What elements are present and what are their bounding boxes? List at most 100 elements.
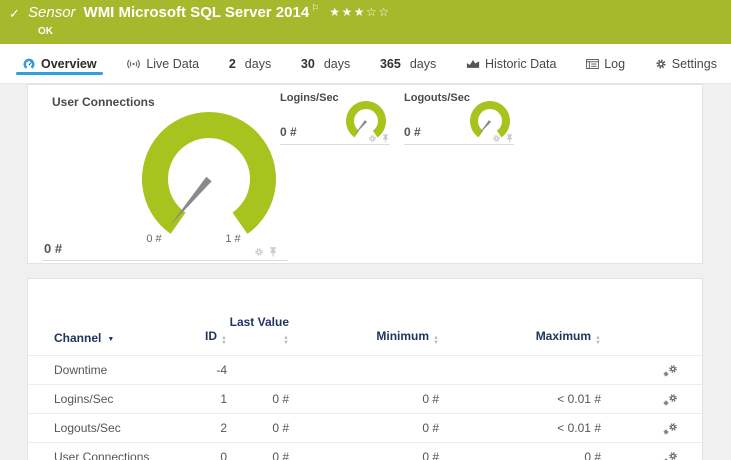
- pin-icon[interactable]: [382, 134, 389, 143]
- channel-table-panel: Channel ▼ ID ▲ ▼ Last Value ▲ ▼ Minimum ▲ ▼ Max…: [27, 278, 703, 460]
- cell-id: -4: [216, 363, 227, 377]
- cell-last-value: 0 #: [272, 450, 289, 460]
- tab-log[interactable]: Log: [578, 44, 633, 83]
- tab-label: Historic Data: [484, 56, 557, 71]
- channel-settings-icon[interactable]: [663, 451, 678, 460]
- cell-channel[interactable]: User Connections: [54, 450, 182, 460]
- area-chart-icon: [466, 60, 480, 68]
- gauge-block-logins: Logins/Sec 0 #: [280, 92, 390, 145]
- col-header-id[interactable]: ID ▲ ▼: [182, 329, 227, 345]
- table-row: Logins/Sec 1 0 # 0 # < 0.01 #: [28, 384, 702, 413]
- main-gauge-value: 0 #: [44, 241, 63, 256]
- tab-number: 30: [300, 56, 315, 71]
- cell-id: 0: [220, 450, 227, 460]
- col-header-maximum[interactable]: Maximum ▲ ▼: [439, 329, 601, 345]
- channel-settings-icon[interactable]: [663, 422, 678, 435]
- gear-icon[interactable]: [492, 134, 501, 143]
- divider: [42, 260, 288, 261]
- gauge-value: 0 #: [404, 125, 421, 139]
- gauges-panel: User Connections 0 # 1 # 0 # Logins/Sec …: [27, 84, 703, 264]
- sort-icon: ▲ ▼: [595, 335, 601, 346]
- tab-label: Settings: [671, 56, 717, 71]
- cell-id: 1: [220, 392, 227, 406]
- cell-channel[interactable]: Logins/Sec: [54, 392, 182, 406]
- tab-historic-data[interactable]: Historic Data: [458, 44, 565, 83]
- gauge-block-logouts: Logouts/Sec 0 #: [404, 92, 514, 145]
- col-header-label: Last Value: [229, 315, 289, 329]
- pin-icon[interactable]: [506, 134, 513, 143]
- tab-2-days[interactable]: 2 days: [221, 44, 279, 83]
- gauge-scale-max: 1 #: [225, 233, 241, 245]
- cell-channel[interactable]: Logouts/Sec: [54, 421, 182, 435]
- tab-label: days: [323, 56, 351, 71]
- cell-maximum: < 0.01 #: [557, 392, 601, 406]
- gear-icon[interactable]: [368, 134, 377, 143]
- broadcast-icon: [127, 59, 141, 68]
- gauge-title: Logins/Sec: [280, 92, 339, 104]
- tab-settings[interactable]: Settings: [647, 44, 725, 83]
- gauge-tools: [492, 134, 513, 143]
- tab-30-days[interactable]: 30 days: [293, 44, 358, 83]
- status-text: OK: [38, 26, 53, 37]
- col-header-minimum[interactable]: Minimum ▲ ▼: [289, 329, 439, 345]
- cell-channel[interactable]: Downtime: [54, 363, 182, 377]
- table-row: User Connections 0 0 # 0 # 0 #: [28, 442, 702, 460]
- cell-minimum: 0 #: [422, 392, 439, 406]
- cell-minimum: 0 #: [422, 450, 439, 460]
- channel-settings-icon[interactable]: [663, 393, 678, 406]
- cell-maximum: 0 #: [584, 450, 601, 460]
- main-gauge-tools: [254, 247, 277, 257]
- gear-icon[interactable]: [254, 247, 264, 257]
- tab-overview[interactable]: Overview: [14, 44, 105, 83]
- cell-maximum: < 0.01 #: [557, 421, 601, 435]
- gauge-arc: [142, 111, 276, 234]
- gauge-tools: [368, 134, 389, 143]
- tab-number: 2: [228, 56, 236, 71]
- channel-settings-icon[interactable]: [663, 364, 678, 377]
- gauge-needle: [478, 120, 492, 135]
- col-header-label: Maximum: [535, 329, 592, 343]
- gear-icon: [656, 58, 666, 69]
- sensor-kind-label: Sensor: [28, 4, 76, 21]
- gauge-scale-min: 0 #: [146, 233, 162, 245]
- status-check-icon: ✓: [9, 6, 20, 21]
- sensor-title-row: Sensor WMI Microsoft SQL Server 2014 ⚐ ★…: [28, 3, 391, 22]
- tab-label: Overview: [41, 56, 97, 71]
- col-header-channel[interactable]: Channel ▼: [54, 331, 182, 345]
- pin-icon[interactable]: [269, 247, 277, 257]
- gauge-icon: [23, 58, 35, 69]
- tab-label: days: [409, 56, 437, 71]
- sorted-desc-icon: ▼: [107, 336, 115, 343]
- tab-365-days[interactable]: 365 days: [372, 44, 444, 83]
- col-header-last-value[interactable]: Last Value ▲ ▼: [227, 315, 289, 345]
- flag-icon: ⚐: [311, 3, 320, 13]
- table-header-row: Channel ▼ ID ▲ ▼ Last Value ▲ ▼ Minimum ▲ ▼ Max…: [28, 279, 702, 355]
- gauge-canvas: [142, 111, 276, 234]
- cell-last-value: 0 #: [272, 421, 289, 435]
- gauge-arc: [470, 101, 510, 138]
- table-row: Downtime -4: [28, 355, 702, 384]
- tab-bar: Overview Live Data 2 days 30 days 365 da…: [0, 44, 731, 84]
- col-header-label: Minimum: [376, 329, 430, 343]
- tab-label: days: [244, 56, 272, 71]
- log-icon: [586, 58, 600, 69]
- col-header-label: Channel: [54, 331, 102, 345]
- cell-minimum: 0 #: [422, 421, 439, 435]
- tab-number: 365: [379, 56, 401, 71]
- tab-live-data[interactable]: Live Data: [118, 44, 207, 83]
- sensor-status-bar: ✓ Sensor WMI Microsoft SQL Server 2014 ⚐…: [0, 0, 731, 44]
- gauge-needle: [354, 120, 368, 135]
- priority-stars[interactable]: ★★★☆☆: [329, 5, 390, 19]
- tab-label: Live Data: [146, 56, 200, 71]
- gauge-arc: [346, 101, 386, 138]
- gauge-needle: [169, 176, 212, 226]
- table-row: Logouts/Sec 2 0 # 0 # < 0.01 #: [28, 413, 702, 442]
- col-header-label: ID: [205, 329, 218, 343]
- sensor-title: WMI Microsoft SQL Server 2014: [83, 4, 310, 21]
- main-gauge: 0 # 1 #: [129, 105, 289, 253]
- cell-last-value: 0 #: [272, 392, 289, 406]
- gauge-value: 0 #: [280, 125, 297, 139]
- cell-id: 2: [220, 421, 227, 435]
- gauge-title: Logouts/Sec: [404, 92, 471, 104]
- tab-label: Log: [604, 56, 626, 71]
